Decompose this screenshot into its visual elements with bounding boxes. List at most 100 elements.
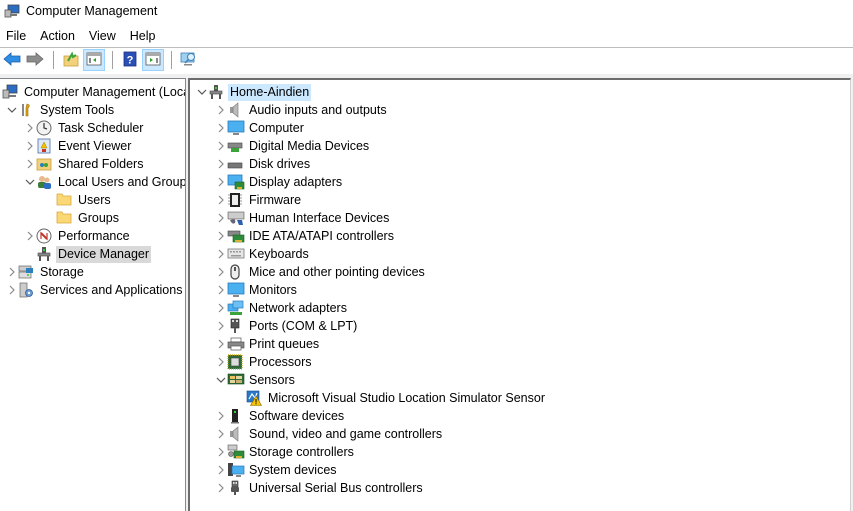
menu-view[interactable]: View [82,27,123,45]
chevron-down-icon[interactable] [24,173,36,191]
chevron-right-icon[interactable] [215,317,227,335]
forward-button[interactable] [24,49,46,71]
device-category[interactable]: Display adapters [215,173,344,191]
chevron-down-icon[interactable] [215,371,227,389]
device-category[interactable]: Universal Serial Bus controllers [215,479,425,497]
console-tree-item[interactable]: System Tools [6,101,116,119]
performance-icon [36,228,52,244]
device-category[interactable]: System devices [215,461,339,479]
chevron-right-icon[interactable] [215,227,227,245]
device-category[interactable]: Print queues [215,335,321,353]
chevron-right-icon[interactable] [215,209,227,227]
console-tree-item[interactable]: Groups [44,209,121,227]
device-category[interactable]: Network adapters [215,299,349,317]
up-one-level-button[interactable] [60,49,82,71]
chevron-right-icon[interactable] [215,119,227,137]
show-hide-action-pane-button[interactable] [142,49,164,71]
chevron-right-icon[interactable] [215,335,227,353]
chevron-right-icon[interactable] [215,173,227,191]
chevron-right-icon[interactable] [215,281,227,299]
chevron-right-icon[interactable] [215,425,227,443]
storage-controller-icon [227,444,245,460]
show-hide-console-tree-button[interactable] [83,49,105,71]
menu-bar: File Action View Help [0,26,163,46]
chip-icon [227,192,243,208]
device-category[interactable]: Digital Media Devices [215,137,371,155]
toolbar-separator [53,51,54,69]
console-tree-item[interactable]: Storage [6,263,86,281]
folder-up-icon [63,51,79,70]
tree-item-label: System devices [249,462,337,477]
arrow-left-icon [3,51,21,69]
console-tree-item[interactable]: Local Users and Groups [24,173,185,191]
tree-item-label: Mice and other pointing devices [249,264,425,279]
chevron-right-icon[interactable] [215,155,227,173]
chevron-right-icon[interactable] [24,155,36,173]
tree-item-label: System Tools [40,102,115,117]
console-tree-item[interactable]: Task Scheduler [24,119,145,137]
device-category[interactable]: Sound, video and game controllers [215,425,444,443]
storage-icon [18,264,34,280]
tree-item-label: Services and Applications [40,282,183,297]
menu-action[interactable]: Action [33,27,82,45]
printer-icon [227,336,245,352]
usb-icon [227,480,243,496]
device-category[interactable]: Keyboards [215,245,311,263]
chevron-right-icon[interactable] [215,137,227,155]
device-category[interactable]: Software devices [215,407,346,425]
tree-item-label: Print queues [249,336,320,351]
device-category[interactable]: Ports (COM & LPT) [215,317,359,335]
chevron-right-icon[interactable] [6,281,18,299]
console-tree-item[interactable]: Users [44,191,113,209]
chevron-right-icon[interactable] [215,191,227,209]
device-category[interactable]: Audio inputs and outputs [215,101,389,119]
chevron-right-icon[interactable] [24,119,36,137]
device-category[interactable]: IDE ATA/ATAPI controllers [215,227,396,245]
console-tree-item[interactable]: Event Viewer [24,137,133,155]
help-button[interactable]: ? [119,49,141,71]
chevron-right-icon[interactable] [215,407,227,425]
device-category[interactable]: Human Interface Devices [215,209,391,227]
port-icon [227,318,243,334]
chevron-down-icon[interactable] [6,101,18,119]
chevron-right-icon[interactable] [215,461,227,479]
chevron-right-icon[interactable] [6,263,18,281]
display-adapter-icon [227,174,245,190]
scan-hardware-button[interactable] [178,49,200,71]
tree-item-label: Ports (COM & LPT) [249,318,358,333]
tree-item-label: Sound, video and game controllers [249,426,443,441]
menu-file[interactable]: File [0,27,33,45]
device-category[interactable]: Monitors [215,281,299,299]
device-tree-root[interactable]: Home-Aindien [196,83,312,101]
chevron-right-icon[interactable] [215,263,227,281]
chevron-right-icon[interactable] [215,245,227,263]
back-button[interactable] [1,49,23,71]
menu-help[interactable]: Help [123,27,163,45]
device-category[interactable]: Computer [215,119,306,137]
device-item[interactable]: Microsoft Visual Studio Location Simulat… [234,389,547,407]
hid-icon [227,210,245,226]
chevron-right-icon[interactable] [215,353,227,371]
chevron-right-icon[interactable] [215,443,227,461]
tree-item-label: Universal Serial Bus controllers [249,480,423,495]
device-category[interactable]: Disk drives [215,155,312,173]
device-category[interactable]: Sensors [215,371,297,389]
device-category[interactable]: Storage controllers [215,443,356,461]
chevron-right-icon[interactable] [215,479,227,497]
chevron-right-icon[interactable] [215,299,227,317]
chevron-right-icon[interactable] [24,137,36,155]
chevron-down-icon[interactable] [196,83,208,101]
console-tree-item[interactable]: Performance [24,227,132,245]
console-tree-pane: Computer Management (Local System Tools Ta… [0,78,186,511]
console-tree-item[interactable]: Services and Applications [6,281,184,299]
device-category[interactable]: Processors [215,353,314,371]
chevron-right-icon[interactable] [24,227,36,245]
console-tree-item[interactable]: Shared Folders [24,155,145,173]
device-category[interactable]: Mice and other pointing devices [215,263,427,281]
tree-item-label: Computer [249,120,304,135]
system-device-icon [227,462,245,478]
console-tree-item[interactable]: Device Manager [24,245,152,263]
device-category[interactable]: Firmware [215,191,303,209]
chevron-right-icon[interactable] [215,101,227,119]
console-tree-item[interactable]: Computer Management (Local [0,83,185,101]
